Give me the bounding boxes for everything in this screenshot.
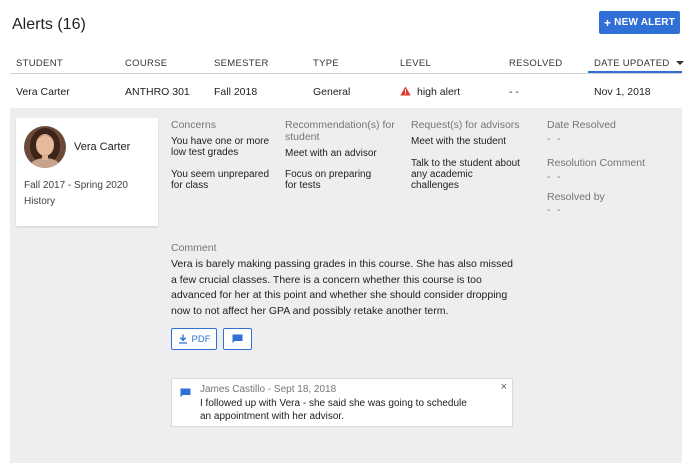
download-pdf-button[interactable]: PDF — [171, 328, 217, 350]
column-header-level[interactable]: LEVEL — [400, 58, 431, 69]
warning-icon — [400, 86, 411, 96]
comment-text: Vera is barely making passing grades in … — [171, 258, 514, 317]
student-card[interactable]: Vera Carter Fall 2017 - Spring 2020 Hist… — [16, 118, 158, 226]
cell-type: General — [313, 86, 351, 98]
card-enrollment-years: Fall 2017 - Spring 2020 — [24, 180, 128, 191]
new-alert-button[interactable]: + NEW ALERT — [599, 11, 680, 34]
column-header-course[interactable]: COURSE — [125, 58, 167, 69]
recommendations-label: Recommendation(s) for student — [285, 119, 395, 143]
plus-icon: + — [603, 15, 612, 30]
concern-item: You have one or more low test grades — [171, 136, 270, 158]
resolution-comment-value: - - — [547, 172, 563, 183]
note-author-date: James Castillo - Sept 18, 2018 — [200, 384, 337, 395]
page-header: Alerts (16) + NEW ALERT — [0, 0, 700, 50]
note-text: I followed up with Vera - she said she w… — [200, 398, 467, 422]
resolved-by-value: - - — [547, 205, 563, 216]
new-alert-label: NEW ALERT — [614, 17, 676, 28]
download-icon — [178, 334, 187, 344]
column-header-semester[interactable]: SEMESTER — [214, 58, 269, 69]
page-title: Alerts (16) — [12, 16, 86, 33]
resolved-by-label: Resolved by — [547, 191, 605, 203]
request-item: Meet with the student — [411, 136, 507, 147]
header-divider — [10, 73, 682, 74]
pdf-label: PDF — [191, 333, 211, 345]
cell-course: ANTHRO 301 — [125, 86, 190, 98]
card-major: History — [24, 196, 56, 207]
date-resolved-value: - - — [547, 134, 563, 145]
avatar-image — [24, 126, 66, 168]
column-header-type[interactable]: TYPE — [313, 58, 339, 69]
cell-student: Vera Carter — [16, 86, 70, 98]
column-header-date-updated-label: DATE UPDATED — [594, 58, 670, 69]
comment-label: Comment — [171, 242, 217, 254]
sort-desc-icon — [675, 61, 684, 66]
column-header-resolved[interactable]: RESOLVED — [509, 58, 562, 69]
cell-level: high alert — [400, 86, 460, 98]
concern-item: You seem unprepared for class — [171, 169, 270, 191]
message-icon — [232, 334, 243, 344]
cell-date-updated: Nov 1, 2018 — [594, 86, 651, 98]
add-comment-button[interactable] — [223, 328, 252, 350]
resolution-comment-label: Resolution Comment — [547, 157, 646, 169]
close-icon[interactable]: × — [501, 381, 507, 393]
cell-semester: Fall 2018 — [214, 86, 258, 98]
recommendation-item: Focus on preparing for tests — [285, 169, 372, 191]
avatar — [24, 126, 66, 168]
follow-up-note: James Castillo - Sept 18, 2018 I followe… — [171, 378, 513, 427]
cell-resolved: - - — [509, 86, 519, 98]
requests-label: Request(s) for advisors — [411, 119, 520, 131]
column-header-student[interactable]: STUDENT — [16, 58, 63, 69]
sort-indicator — [588, 71, 682, 73]
message-icon — [180, 388, 191, 398]
column-header-date-updated[interactable]: DATE UPDATED — [594, 58, 684, 69]
recommendation-item: Meet with an advisor — [285, 148, 377, 159]
concerns-label: Concerns — [171, 119, 216, 131]
card-student-name: Vera Carter — [74, 141, 131, 153]
request-item: Talk to the student about any academic c… — [411, 158, 520, 191]
level-text: high alert — [417, 86, 461, 98]
date-resolved-label: Date Resolved — [547, 119, 616, 131]
